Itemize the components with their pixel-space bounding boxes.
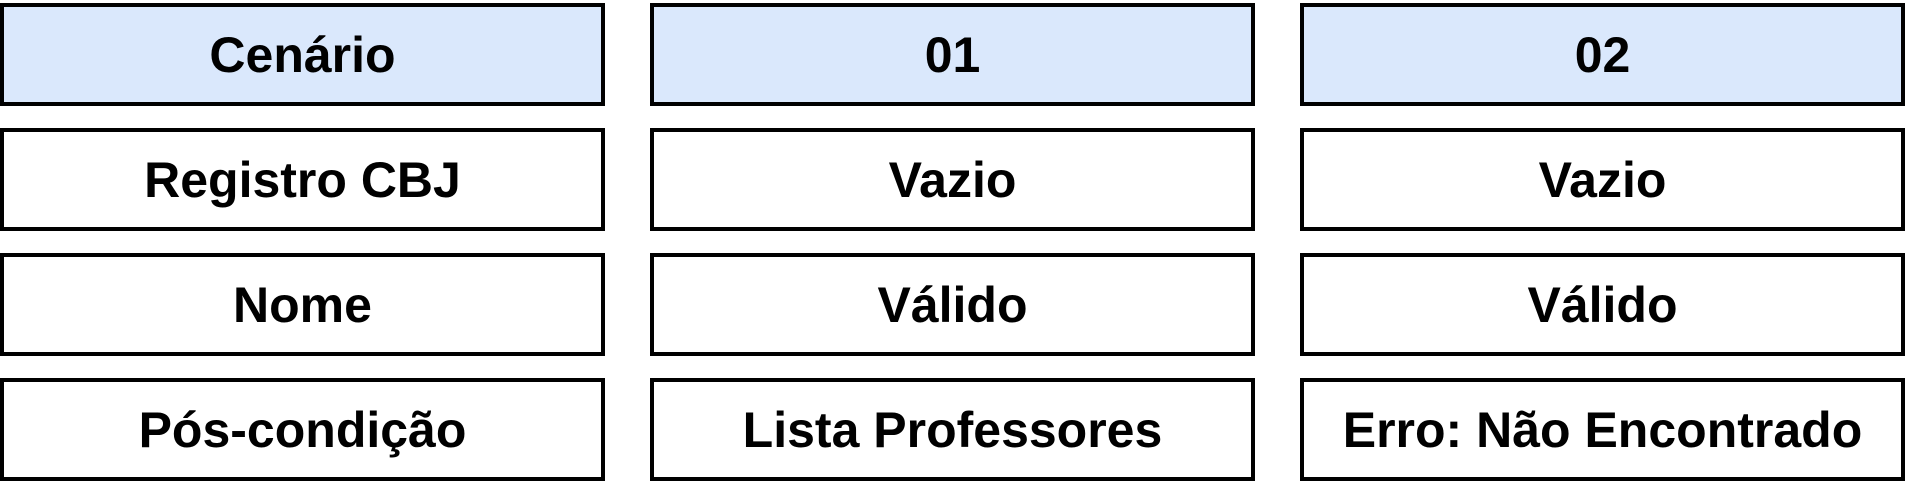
row-label-nome: Nome [0,253,605,356]
header-scenario-01-cell: 01 [650,3,1255,106]
row-label-pos-condicao: Pós-condição [0,378,605,481]
nome-scenario-01-cell: Válido [650,253,1255,356]
nome-scenario-02-cell: Válido [1300,253,1905,356]
pos-condicao-scenario-01-cell: Lista Professores [650,378,1255,481]
registro-cbj-scenario-01-cell: Vazio [650,128,1255,231]
header-scenario-02-cell: 02 [1300,3,1905,106]
registro-cbj-scenario-02-cell: Vazio [1300,128,1905,231]
header-cenario-cell: Cenário [0,3,605,106]
pos-condicao-scenario-02-cell: Erro: Não Encontrado [1300,378,1905,481]
row-label-registro-cbj: Registro CBJ [0,128,605,231]
